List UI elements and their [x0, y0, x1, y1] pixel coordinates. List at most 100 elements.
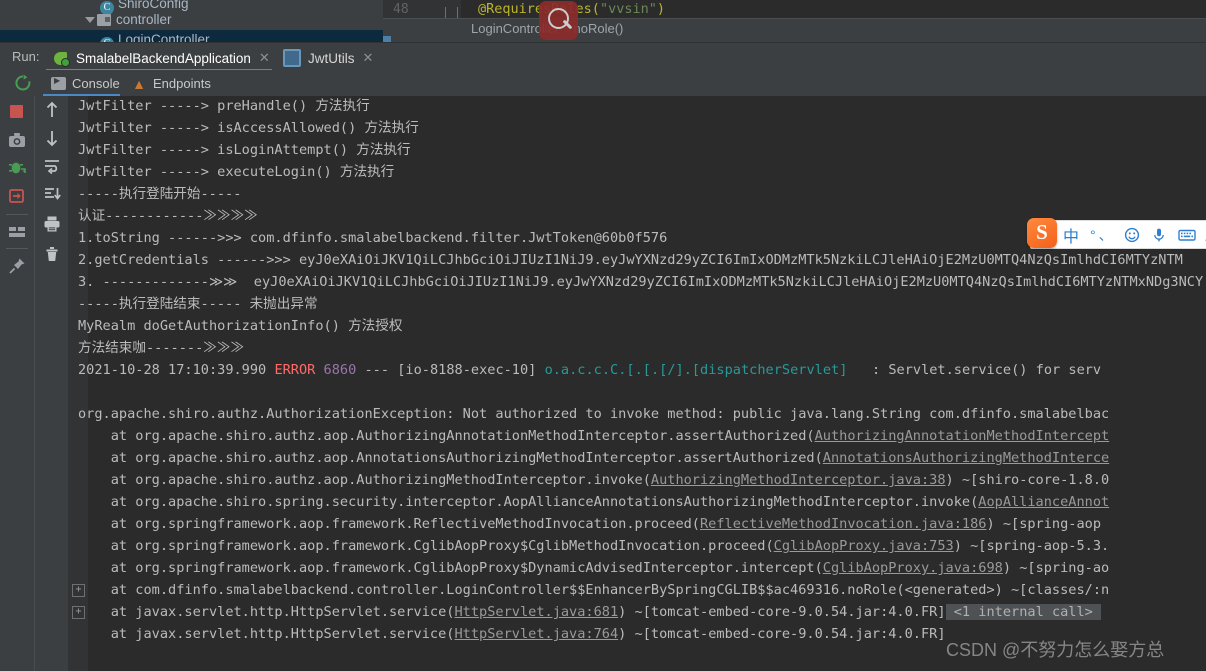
- stack-frame-link[interactable]: CglibAopProxy.java:753: [774, 538, 954, 554]
- console-line: -----执行登陆结束----- 未抛出异常: [78, 296, 318, 312]
- run-tab-jwtutils[interactable]: JwtUtils ✕: [283, 46, 373, 70]
- restart-debug-button[interactable]: [7, 158, 27, 178]
- soft-wrap-button[interactable]: [42, 156, 62, 176]
- pin-button[interactable]: [7, 256, 27, 276]
- stack-frame-suffix: ) ~[spring-aop-5.3.: [953, 538, 1110, 554]
- stack-frame-prefix: at org.apache.shiro.authz.aop.Authorizin…: [78, 428, 815, 444]
- magnifier-cursor-icon: [539, 1, 578, 40]
- stack-frame: at javax.servlet.http.HttpServlet.servic…: [78, 623, 946, 645]
- stack-frame-link[interactable]: AnnotationsAuthorizingMethodInterce: [823, 450, 1109, 466]
- console-icon: [51, 76, 66, 90]
- console-subtab-bar: Console ▲ Endpoints: [0, 70, 1206, 96]
- console-line: MyRealm doGetAuthorizationInfo() 方法授权: [78, 318, 403, 334]
- stack-frame-prefix: at org.springframework.aop.framework.Ref…: [78, 516, 700, 532]
- log-thread: [io-8188-exec-10]: [397, 362, 537, 378]
- stack-frame-suffix: ) ~[spring-ao: [1002, 560, 1110, 576]
- run-tab-label: JwtUtils: [308, 50, 355, 66]
- project-tree-panel[interactable]: CShiroConfig controller CLoginController: [0, 0, 383, 42]
- stack-frame: at org.apache.shiro.authz.aop.Annotation…: [78, 447, 1109, 469]
- console-line: 认证------------≫≫≫≫: [78, 208, 258, 224]
- breadcrumb-method[interactable]: noRole(): [574, 21, 624, 36]
- string-literal: "vvsin": [599, 1, 657, 17]
- print-button[interactable]: [42, 214, 62, 234]
- emoji-icon[interactable]: [1124, 227, 1140, 243]
- scroll-to-end-button[interactable]: [42, 184, 62, 204]
- sogou-ime-bar[interactable]: S 中 ° 、: [1027, 218, 1206, 249]
- close-icon[interactable]: ✕: [259, 50, 270, 66]
- log-timestamp: 2021-10-28 17:10:39.990: [78, 362, 267, 378]
- run-tool-window-header: Run: SmalabelBackendApplication ✕ JwtUti…: [0, 42, 1206, 71]
- ime-punctuation-toggle[interactable]: °: [1090, 227, 1096, 243]
- console-line: 3. -------------≫≫ eyJ0eXAiOiJKV1QiLCJhb…: [78, 274, 1204, 290]
- layout-button[interactable]: [7, 222, 27, 242]
- run-actions-toolbar: [0, 96, 34, 671]
- console-output[interactable]: JwtFilter -----> preHandle() 方法执行 JwtFil…: [68, 96, 1206, 671]
- paren-open: (: [591, 1, 600, 17]
- tab-label: Console: [72, 76, 120, 91]
- console-actions-toolbar: [34, 96, 69, 671]
- stack-frame-prefix: at org.springframework.aop.framework.Cgl…: [78, 560, 823, 576]
- stack-frame-link[interactable]: HttpServlet.java:681: [454, 604, 618, 620]
- editor-line-number: 48: [393, 2, 409, 17]
- stack-frame-link[interactable]: AuthorizingMethodInterceptor.java:38: [651, 472, 946, 488]
- tree-row-controller[interactable]: controller: [0, 10, 172, 30]
- ime-language-toggle[interactable]: 中: [1063, 223, 1079, 247]
- stack-frame-prefix: at javax.servlet.http.HttpServlet.servic…: [78, 626, 455, 642]
- stack-frame-suffix: ) ~[shiro-core-1.8.0: [945, 472, 1110, 488]
- stack-frame: at org.apache.shiro.authz.aop.Authorizin…: [78, 469, 1109, 491]
- stack-frame: at org.apache.shiro.authz.aop.Authorizin…: [78, 425, 1109, 447]
- stack-frame-link[interactable]: CglibAopProxy.java:698: [823, 560, 1003, 576]
- rerun-icon[interactable]: [14, 74, 32, 92]
- keyboard-icon[interactable]: [1177, 227, 1196, 243]
- chevron-down-icon[interactable]: [84, 14, 95, 25]
- sogou-logo-icon[interactable]: S: [1027, 218, 1057, 248]
- log-level: ERROR: [274, 362, 316, 378]
- stack-frame-prefix: at com.dfinfo.smalabelbackend.controller…: [78, 582, 1110, 598]
- screenshot-button[interactable]: [7, 130, 27, 150]
- exception-header: org.apache.shiro.authz.AuthorizationExce…: [78, 406, 1110, 422]
- tree-item-label: controller: [116, 12, 172, 27]
- stop-button[interactable]: [7, 102, 27, 122]
- stack-frame-link[interactable]: AuthorizingAnnotationMethodIntercept: [815, 428, 1110, 444]
- console-line: JwtFilter -----> isAccessAllowed() 方法执行: [78, 120, 419, 136]
- clear-all-button[interactable]: [42, 244, 62, 264]
- stack-frame-suffix: ) ~[tomcat-embed-core-9.0.54.jar:4.0.FR]: [618, 626, 946, 642]
- log-colon: :: [871, 362, 881, 378]
- stack-frame-prefix: at org.apache.shiro.spring.security.inte…: [78, 494, 979, 510]
- stack-frame-link[interactable]: ReflectiveMethodInvocation.java:186: [700, 516, 986, 532]
- microphone-icon[interactable]: [1151, 227, 1167, 243]
- console-line: JwtFilter -----> isLoginAttempt() 方法执行: [78, 142, 411, 158]
- close-icon[interactable]: ✕: [363, 50, 374, 66]
- toolbar-divider: [6, 214, 28, 215]
- console-line: -----执行登陆开始-----: [78, 186, 242, 202]
- toolbar-divider: [6, 248, 28, 249]
- stack-frame: at org.springframework.aop.framework.Cgl…: [78, 535, 1109, 557]
- tree-row-logincontroller[interactable]: CLoginController: [0, 30, 383, 42]
- tab-console[interactable]: Console: [51, 73, 120, 94]
- log-logger: o.a.c.c.C.[.[.[/].[dispatcherServlet]: [544, 362, 848, 378]
- run-label: Run:: [12, 49, 40, 64]
- attach-console-button[interactable]: [7, 186, 27, 206]
- stack-frame: at com.dfinfo.smalabelbackend.controller…: [78, 579, 1109, 601]
- log-pid: 6860: [323, 362, 357, 378]
- stack-frame: at org.apache.shiro.spring.security.inte…: [78, 491, 1109, 513]
- stack-frame: at org.springframework.aop.framework.Cgl…: [78, 557, 1110, 579]
- console-line: JwtFilter -----> executeLogin() 方法执行: [78, 164, 395, 180]
- console-line: 1.toString ------>>> com.dfinfo.smalabel…: [78, 230, 668, 246]
- run-tab-smalabelbackendapplication[interactable]: SmalabelBackendApplication ✕: [54, 46, 270, 70]
- tab-label: Endpoints: [153, 76, 211, 91]
- console-line: 方法结束咖-------≫≫≫: [78, 340, 245, 356]
- stack-frame-link[interactable]: HttpServlet.java:764: [454, 626, 618, 642]
- stack-frame: at org.springframework.aop.framework.Ref…: [78, 513, 1101, 535]
- stack-frame-prefix: at org.apache.shiro.authz.aop.Annotation…: [78, 450, 823, 466]
- internal-call-badge[interactable]: <1 internal call>: [945, 604, 1102, 620]
- stack-frame-link[interactable]: AopAllianceAnnot: [978, 494, 1109, 510]
- ime-punctuation-cn[interactable]: 、: [1099, 225, 1113, 245]
- console-line: 2.getCredentials ------>>> eyJ0eXAiOiJKV…: [78, 252, 1183, 268]
- folder-icon: [97, 14, 111, 26]
- editor-panel[interactable]: 48 @RequiresRoles("vvsin") LoginControll…: [383, 0, 1206, 42]
- watermark-text: CSDN @不努力怎么娶方总: [946, 640, 1165, 660]
- tab-endpoints[interactable]: ▲ Endpoints: [131, 73, 211, 94]
- scroll-down-button[interactable]: [42, 128, 62, 148]
- scroll-up-button[interactable]: [42, 100, 62, 120]
